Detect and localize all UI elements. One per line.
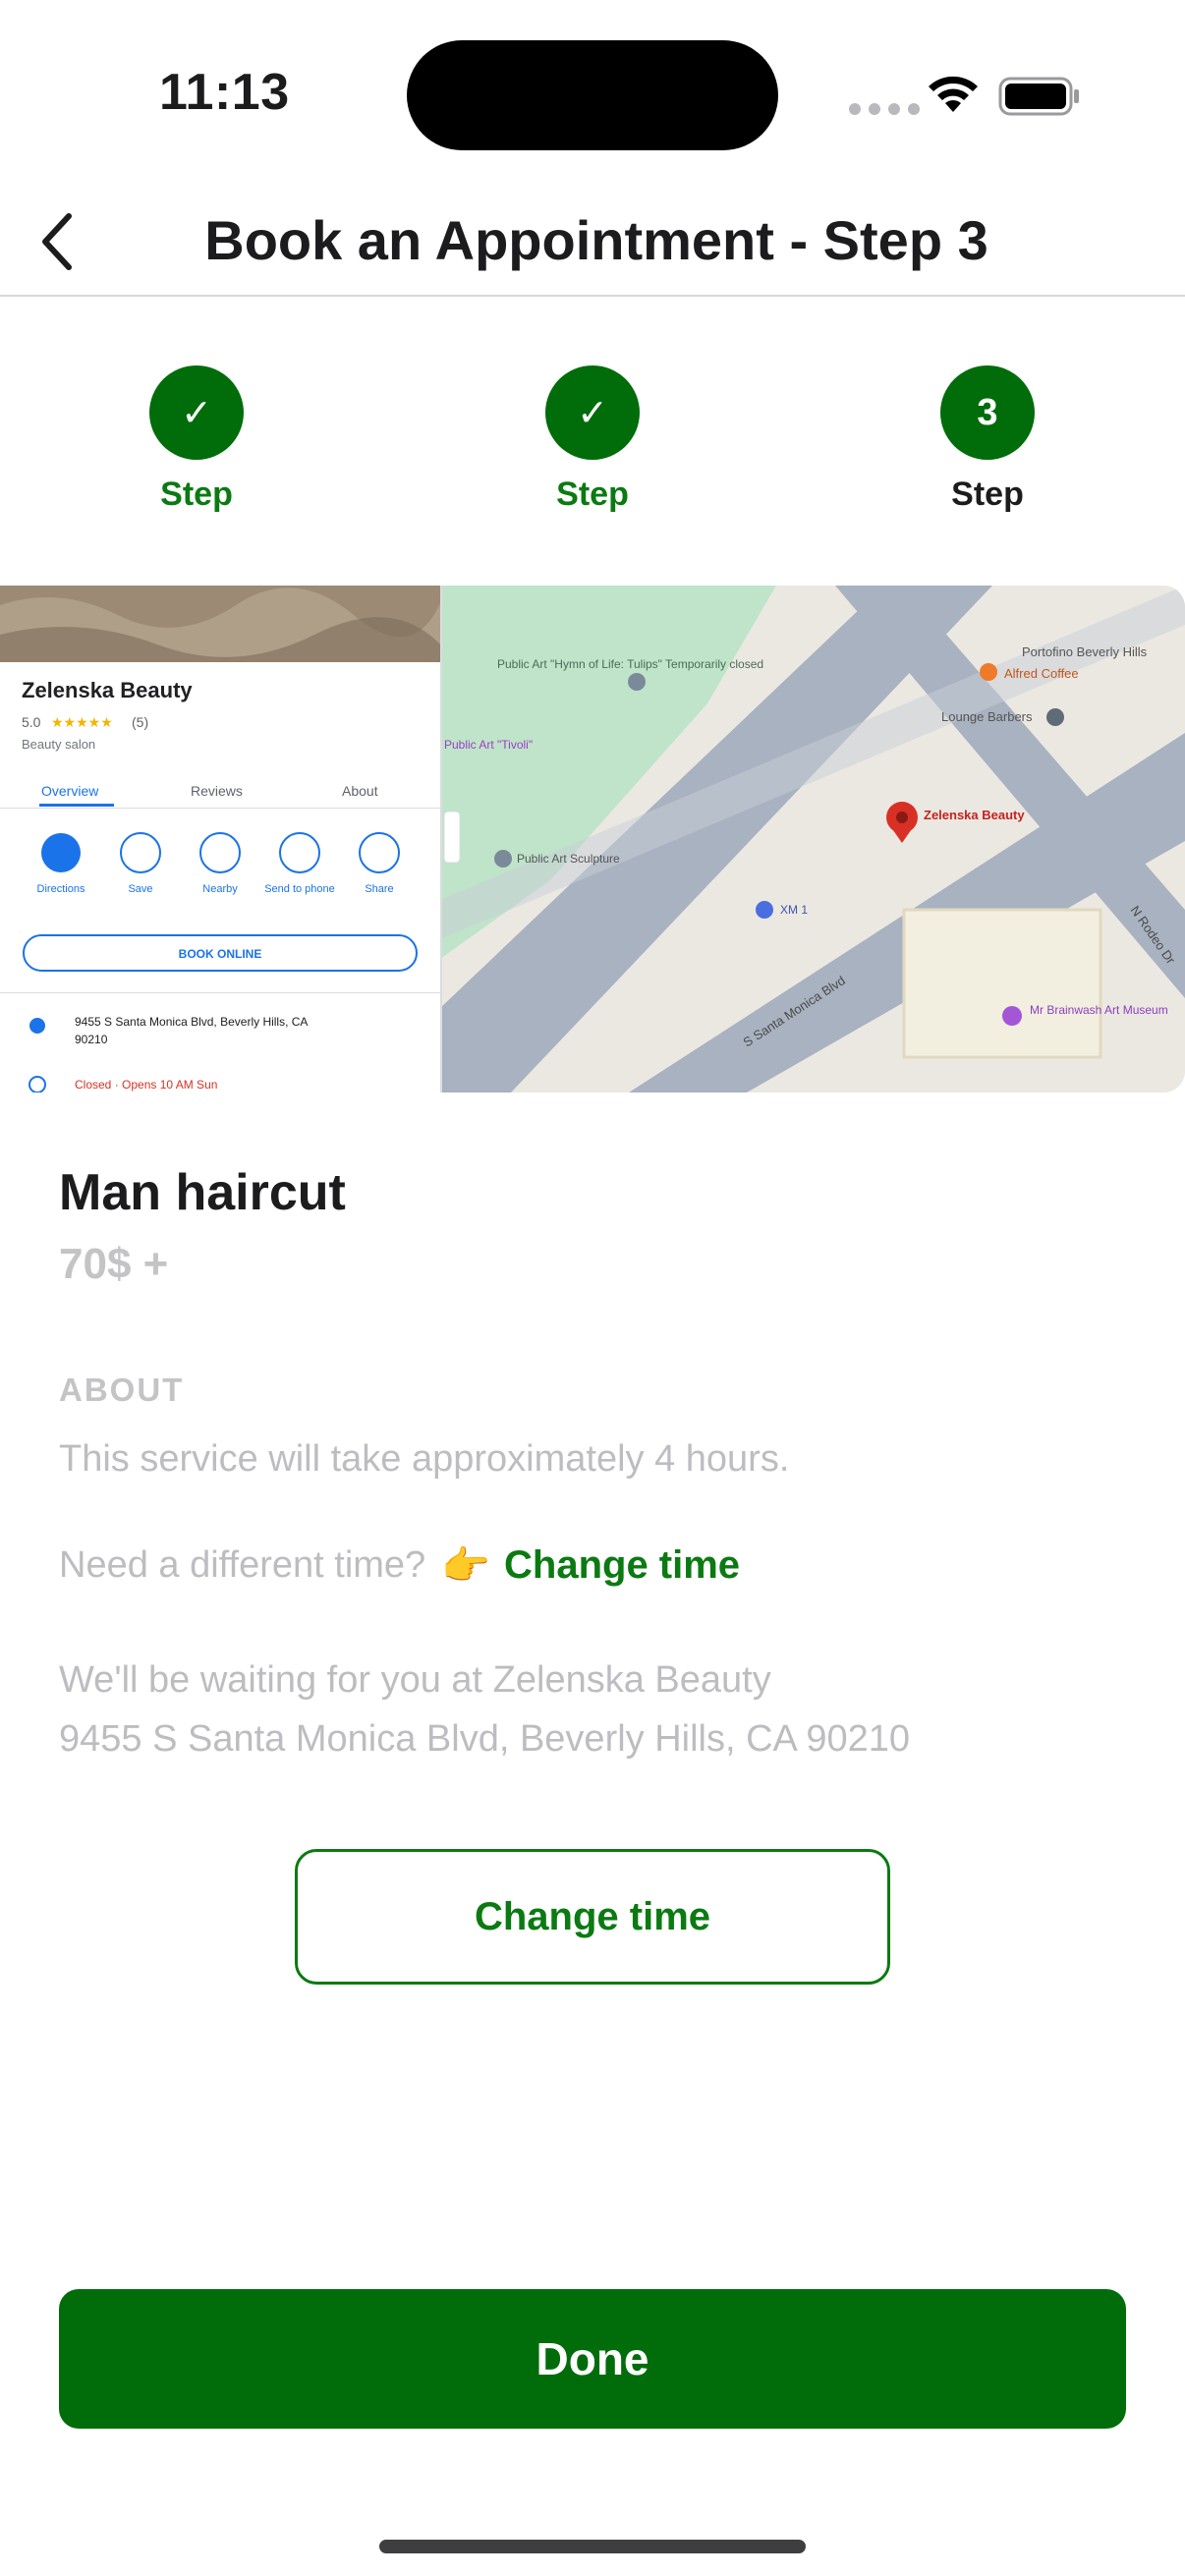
- different-time-prompt: Need a different time?: [59, 1544, 426, 1586]
- map-action: Nearby: [202, 883, 238, 895]
- step-3: 3 Step: [889, 365, 1086, 514]
- step-1-label: Step: [160, 476, 233, 513]
- map-action: Send to phone: [264, 883, 335, 895]
- step-indicator: ✓ Step ✓ Step 3 Step: [0, 365, 1185, 523]
- map-tab: Reviews: [191, 783, 243, 799]
- map-place-label: Portofino Beverly Hills: [1022, 644, 1148, 659]
- pointing-hand-icon: 👉: [441, 1544, 491, 1588]
- map-place-label: Lounge Barbers: [941, 709, 1033, 724]
- map-place-label: Mr Brainwash Art Museum: [1030, 1003, 1168, 1017]
- step-1: ✓ Step: [98, 365, 295, 514]
- map-action: Share: [365, 883, 393, 895]
- waiting-message: We'll be waiting for you at Zelenska Bea…: [59, 1659, 771, 1701]
- step-2-check-icon: ✓: [545, 365, 640, 460]
- map-tab: About: [342, 783, 378, 799]
- map-hours: Closed · Opens 10 AM Sun: [75, 1078, 217, 1092]
- map-graphic: Zelenska Beauty Portofino Beverly Hills …: [0, 586, 1185, 1092]
- step-1-check-icon: ✓: [149, 365, 244, 460]
- step-2: ✓ Step: [494, 365, 691, 514]
- map-place-label: Public Art "Tivoli": [444, 738, 533, 752]
- step-2-label: Step: [556, 476, 629, 513]
- signal-dots-icon: [849, 103, 920, 115]
- location-info: We'll be waiting for you at Zelenska Bea…: [59, 1651, 910, 1768]
- page-title: Book an Appointment - Step 3: [204, 209, 988, 271]
- status-time: 11:13: [159, 64, 290, 121]
- map-address-zip: 90210: [75, 1033, 108, 1046]
- battery-icon: [998, 77, 1079, 116]
- home-indicator[interactable]: [379, 2540, 806, 2553]
- location-map-image[interactable]: Zelenska Beauty Portofino Beverly Hills …: [0, 586, 1185, 1092]
- about-text: This service will take approximately 4 h…: [59, 1438, 790, 1480]
- different-time-row: Need a different time? 👉 Change time: [59, 1542, 740, 1589]
- dynamic-island: [407, 40, 778, 150]
- map-place-label: Public Art Sculpture: [517, 852, 620, 866]
- map-business-name: Zelenska Beauty: [22, 678, 193, 702]
- map-rating: 5.0: [22, 714, 41, 730]
- navigation-bar: Book an Appointment - Step 3: [0, 187, 1185, 297]
- service-price: 70$ +: [59, 1240, 169, 1288]
- map-rating-count: (5): [132, 714, 148, 730]
- map-book-button: BOOK ONLINE: [179, 947, 262, 961]
- location-address: 9455 S Santa Monica Blvd, Beverly Hills,…: [59, 1718, 911, 1760]
- change-time-link[interactable]: Change time: [504, 1543, 740, 1588]
- map-tab: Overview: [41, 783, 99, 799]
- status-bar: 11:13: [0, 0, 1185, 187]
- about-heading: ABOUT: [59, 1372, 185, 1408]
- map-category: Beauty salon: [22, 737, 95, 752]
- map-action: Directions: [37, 883, 85, 895]
- map-address: 9455 S Santa Monica Blvd, Beverly Hills,…: [75, 1015, 308, 1029]
- change-time-button[interactable]: Change time: [295, 1849, 890, 1985]
- wifi-icon: [929, 76, 978, 112]
- step-3-number: 3: [940, 365, 1035, 460]
- map-place-label: Public Art "Hymn of Life: Tulips" Tempor…: [497, 657, 763, 671]
- map-rating-stars-icon: ★★★★★: [51, 714, 113, 730]
- service-name: Man haircut: [59, 1164, 346, 1221]
- map-place-label: Alfred Coffee: [1004, 666, 1079, 681]
- map-pin-label: Zelenska Beauty: [924, 808, 1025, 822]
- step-3-label: Step: [951, 476, 1024, 513]
- map-action: Save: [128, 883, 152, 895]
- map-place-label: XM 1: [780, 903, 808, 917]
- done-button[interactable]: Done: [59, 2289, 1126, 2429]
